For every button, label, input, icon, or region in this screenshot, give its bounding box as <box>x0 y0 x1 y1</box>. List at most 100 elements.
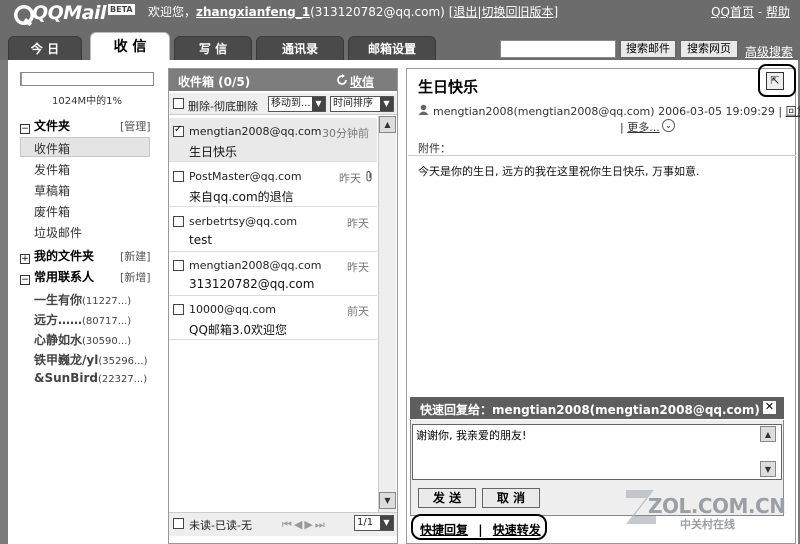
contact-item[interactable]: 心静如水(30590...) <box>34 331 131 348</box>
mail-checkbox[interactable] <box>173 216 184 227</box>
folder-inbox[interactable]: 收件箱 <box>34 140 70 157</box>
mail-subject: 生日快乐 <box>189 145 238 159</box>
tab-settings[interactable]: 邮箱设置 <box>348 36 436 60</box>
contact-number: (80717...) <box>82 316 132 327</box>
collapse-icon[interactable]: − <box>20 275 30 285</box>
mail-time: 昨天 <box>347 217 369 230</box>
attachment-label: 附件： <box>418 142 451 155</box>
advanced-search-link[interactable]: 高级搜索 <box>745 43 793 60</box>
mail-subject: 313120782@qq.com <box>189 277 315 291</box>
help-link[interactable]: 帮助 <box>766 5 790 19</box>
delete-options-label[interactable]: 删除-彻底删除 <box>188 98 258 114</box>
watermark-subtext: 中关村在线 <box>680 518 735 531</box>
sort-select[interactable]: 时间排序 ▼ <box>330 96 394 112</box>
mail-time: 昨天 <box>339 172 361 185</box>
receive-link[interactable]: 收信 <box>350 73 374 90</box>
tab-today[interactable]: 今 日 <box>8 36 82 60</box>
mail-checkbox[interactable] <box>173 171 184 182</box>
first-page-icon[interactable]: ⏮ <box>282 518 294 531</box>
close-icon[interactable]: ✕ <box>763 401 776 414</box>
my-folders-new-link[interactable]: [新建] <box>120 248 151 264</box>
prev-page-icon[interactable]: ◀ <box>294 518 304 531</box>
mail-row[interactable]: serbetrtsy@qq.com 昨天 test <box>169 208 377 252</box>
expand-down-icon[interactable]: ⌄ <box>662 119 675 132</box>
quota-fill <box>21 73 22 85</box>
mail-time: 昨天 <box>347 261 369 274</box>
logout-link[interactable]: 退出 <box>453 5 477 19</box>
folders-title[interactable]: − 文件夹 <box>20 117 70 134</box>
mail-row[interactable]: mengtian2008@qq.com 昨天 313120782@qq.com <box>169 252 377 296</box>
folders-manage-link[interactable]: [管理] <box>120 118 151 134</box>
search-web-button[interactable]: 搜索网页 <box>680 40 738 58</box>
mail-row[interactable]: 10000@qq.com 前天 QQ邮箱3.0欢迎您 <box>169 296 377 340</box>
scroll-down-icon[interactable]: ▼ <box>379 492 396 509</box>
contacts-title[interactable]: − 常用联系人 <box>20 268 94 285</box>
reply-link[interactable]: 回复 <box>786 105 800 118</box>
scroll-up-icon[interactable]: ▲ <box>379 116 396 133</box>
welcome-text: 欢迎您，zhangxianfeng_1(313120782@qq.com) [退… <box>148 5 559 19</box>
highlight-circle <box>411 514 547 540</box>
chevron-down-icon: ▼ <box>312 97 325 111</box>
mail-from: mengtian2008@qq.com <box>189 125 322 138</box>
watermark-text: ZOL.COM.CN <box>648 494 786 518</box>
folder-drafts[interactable]: 草稿箱 <box>34 182 70 199</box>
expand-icon[interactable]: + <box>20 254 30 264</box>
mail-checkbox[interactable] <box>173 124 184 137</box>
last-page-icon[interactable]: ⏭ <box>315 518 327 531</box>
contacts-add-link[interactable]: [新增] <box>120 269 151 285</box>
tab-contacts[interactable]: 通讯录 <box>256 36 344 60</box>
qq-home-link[interactable]: QQ首页 <box>711 5 754 19</box>
tab-inbox[interactable]: 收 信 <box>90 32 170 60</box>
tab-compose[interactable]: 写 信 <box>174 36 252 60</box>
scroll-down-icon[interactable]: ▼ <box>760 461 776 477</box>
move-to-select-value: 移动到... <box>271 98 311 109</box>
folder-spam[interactable]: 垃圾邮件 <box>34 224 82 241</box>
mail-row[interactable]: PostMaster@qq.com 昨天 来自qq.com的退信 <box>169 163 377 207</box>
sender[interactable]: mengtian2008(mengtian2008@qq.com) <box>433 105 655 118</box>
folder-deleted[interactable]: 废件箱 <box>34 203 70 220</box>
contact-item[interactable]: 远方……(80717...) <box>34 311 131 328</box>
mail-time: 前天 <box>347 305 369 318</box>
next-page-icon[interactable]: ▶ <box>304 518 314 531</box>
refresh-icon[interactable] <box>336 74 348 86</box>
more-menu[interactable]: | 更多... <box>620 119 660 135</box>
mail-from: serbetrtsy@qq.com <box>189 215 298 228</box>
contact-number: (30590...) <box>82 336 132 347</box>
quick-reply-textarea[interactable] <box>412 424 782 480</box>
mail-from: PostMaster@qq.com <box>189 170 302 183</box>
search-mail-button[interactable]: 搜索邮件 <box>620 40 676 58</box>
search-input[interactable] <box>500 40 616 58</box>
quota-text: 1024M中的1% <box>52 96 122 107</box>
switch-version-link[interactable]: 切换回旧版本 <box>481 5 553 19</box>
read-filter-label[interactable]: 未读-已读-无 <box>189 517 252 533</box>
my-folders-title[interactable]: + 我的文件夹 <box>20 247 94 264</box>
page-select[interactable]: 1/1 ▼ <box>354 515 394 531</box>
send-button[interactable]: 发 送 <box>418 488 476 508</box>
logo-text: QQMail <box>32 2 107 24</box>
pager-arrows[interactable]: ⏮◀▶⏭ <box>282 518 327 532</box>
scroll-up-icon[interactable]: ▲ <box>760 426 776 442</box>
folder-sent[interactable]: 发件箱 <box>34 161 70 178</box>
cancel-button[interactable]: 取 消 <box>482 488 540 508</box>
move-to-select[interactable]: 移动到... ▼ <box>268 96 326 112</box>
mail-list-scrollbar[interactable]: ▲ ▼ <box>378 116 396 512</box>
contact-item[interactable]: 铁甲巍龙/yl(35296...) <box>34 351 147 368</box>
footer-select-checkbox[interactable] <box>173 518 184 529</box>
user-email: (313120782@qq.com) <box>310 5 445 19</box>
quota-bar <box>20 72 154 86</box>
mail-checkbox[interactable] <box>173 304 184 315</box>
collapse-icon[interactable]: − <box>20 124 30 134</box>
top-links: QQ首页 - 帮助 <box>711 3 790 20</box>
select-all-checkbox[interactable] <box>173 98 184 109</box>
contact-item[interactable]: 一生有你(11227...) <box>34 291 131 308</box>
contact-item[interactable]: &SunBird(22327...) <box>34 371 147 385</box>
mail-checkbox[interactable] <box>173 260 184 271</box>
mail-row[interactable]: mengtian2008@qq.com 30分钟前 生日快乐 <box>169 118 377 162</box>
more-link[interactable]: 更多... <box>627 121 660 134</box>
folders-title-label: 文件夹 <box>34 119 71 133</box>
welcome-label: 欢迎您， <box>148 5 197 19</box>
mail-subject: 来自qq.com的退信 <box>189 190 294 204</box>
contacts-title-label: 常用联系人 <box>34 270 95 284</box>
mail-meta: mengtian2008(mengtian2008@qq.com) 2006-0… <box>433 103 800 119</box>
my-folders-title-label: 我的文件夹 <box>34 249 95 263</box>
